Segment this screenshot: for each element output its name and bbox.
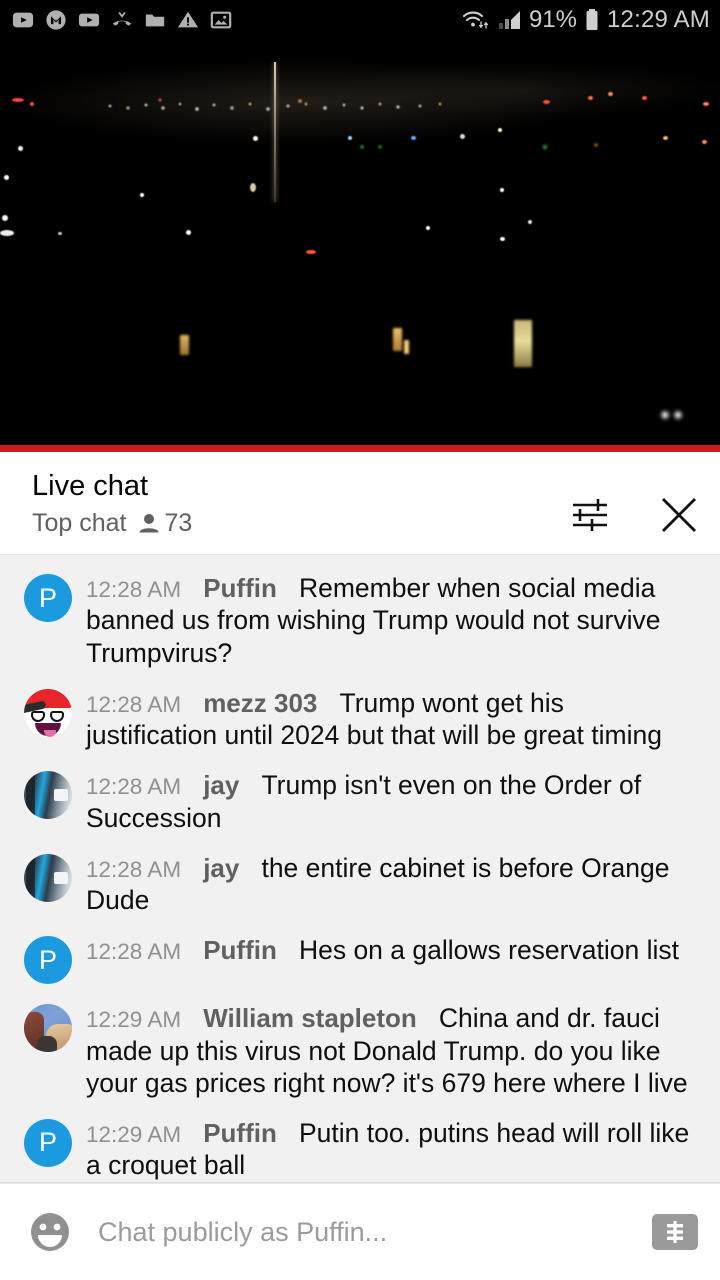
chat-message[interactable]: 12:28 AM jay the entire cabinet is befor…: [0, 843, 720, 926]
message-timestamp: 12:29 AM: [86, 1121, 182, 1147]
message-timestamp: 12:28 AM: [86, 774, 182, 800]
status-bar-system-icons: 91% 12:29 AM: [461, 7, 710, 33]
warning-icon: [177, 11, 199, 28]
page-title: Live chat: [32, 470, 149, 502]
message-author[interactable]: Puffin: [203, 573, 277, 603]
avatar[interactable]: [24, 771, 72, 820]
person-icon: [139, 513, 159, 533]
chat-mode-label[interactable]: Top chat: [32, 509, 127, 538]
chat-message-body: 12:28 AM mezz 303 Trump wont get his jus…: [72, 687, 698, 752]
message-timestamp: 12:28 AM: [86, 577, 182, 602]
video-lit-window: [393, 328, 402, 351]
chat-message-body: 12:28 AM Puffin Remember when social med…: [72, 572, 698, 669]
emoji-button[interactable]: [26, 1208, 74, 1256]
message-author[interactable]: mezz 303: [203, 688, 317, 718]
live-chat-header: Live chat Top chat 73: [0, 452, 720, 555]
chat-message[interactable]: P 12:28 AM Puffin Remember when social m…: [0, 563, 720, 678]
chat-message[interactable]: P 12:28 AM Puffin Hes on a gallows reser…: [0, 925, 720, 993]
cell-signal-icon: [498, 11, 520, 29]
video-lit-window: [514, 320, 532, 367]
viewer-count: 73: [137, 509, 193, 538]
avatar-initial: P: [38, 582, 57, 613]
folder-icon: [145, 14, 165, 27]
avatar-art: [37, 1036, 57, 1053]
video-scattered-lights: [0, 40, 720, 445]
video-lit-window: [180, 335, 189, 355]
chat-input-bar: Chat publicly as Puffin...: [0, 1184, 720, 1280]
message-author[interactable]: jay: [203, 853, 239, 883]
tune-icon: [573, 499, 607, 531]
avatar-initial: P: [38, 944, 57, 975]
avatar-art: [44, 729, 56, 737]
avatar[interactable]: P: [24, 936, 72, 985]
chat-message-body: 12:28 AM jay the entire cabinet is befor…: [72, 852, 698, 917]
message-author[interactable]: William stapleton: [203, 1003, 417, 1033]
live-chat-header-actions: [568, 470, 702, 538]
chat-input-field[interactable]: Chat publicly as Puffin...: [74, 1217, 652, 1248]
status-bar-clock: 12:29 AM: [606, 6, 710, 33]
chat-message[interactable]: 12:28 AM mezz 303 Trump wont get his jus…: [0, 678, 720, 761]
message-author[interactable]: jay: [203, 770, 239, 800]
message-timestamp: 12:28 AM: [86, 939, 182, 965]
gmail-m-icon: [46, 10, 66, 30]
message-timestamp: 12:28 AM: [86, 856, 182, 882]
live-chat-subheader: Top chat 73: [32, 509, 192, 538]
chat-message-list[interactable]: P 12:28 AM Puffin Remember when social m…: [0, 555, 720, 1182]
wifi-icon: [462, 11, 488, 29]
youtube-icon: [78, 13, 100, 27]
avatar[interactable]: [24, 1004, 72, 1053]
chat-message[interactable]: 12:29 AM William stapleton China and dr.…: [0, 993, 720, 1108]
status-bar-notification-icons: [12, 9, 232, 31]
avatar-initial: P: [38, 1127, 57, 1158]
youtube-icon: [12, 12, 34, 28]
close-icon: [662, 498, 696, 532]
superchat-button[interactable]: [652, 1214, 698, 1250]
superchat-dollar-icon: [667, 1221, 683, 1243]
chat-settings-button[interactable]: [568, 493, 612, 537]
chat-message-body: 12:28 AM Puffin Hes on a gallows reserva…: [72, 934, 698, 966]
close-chat-button[interactable]: [656, 492, 702, 538]
avatar[interactable]: [24, 853, 72, 902]
viewer-count-label: 73: [164, 509, 193, 538]
battery-icon: [586, 9, 598, 30]
video-lit-window: [404, 340, 409, 354]
message-timestamp: 12:29 AM: [86, 1007, 182, 1033]
battery-percent-label: 91%: [528, 6, 577, 33]
message-author[interactable]: Puffin: [203, 935, 277, 965]
message-timestamp: 12:28 AM: [86, 691, 182, 717]
avatar[interactable]: P: [24, 1118, 72, 1167]
avatar[interactable]: [24, 688, 72, 737]
chat-message[interactable]: 12:28 AM jay Trump isn't even on the Ord…: [0, 760, 720, 843]
message-text: Hes on a gallows reservation list: [298, 935, 679, 966]
avatar-art: [50, 710, 64, 722]
missed-call-icon: [112, 12, 132, 26]
avatar-art: [31, 710, 45, 722]
chat-message[interactable]: P 12:29 AM Puffin Putin too. putins head…: [0, 1108, 720, 1182]
youtube-live-chat-screen: 91% 12:29 AM Live chat Top chat 73 P 12:…: [0, 0, 720, 1280]
android-status-bar: 91% 12:29 AM: [0, 0, 720, 40]
live-chat-header-titles: Live chat Top chat 73: [32, 470, 192, 538]
avatar[interactable]: P: [24, 574, 72, 622]
video-progress-bar[interactable]: [0, 445, 720, 452]
emoji-smiley-icon: [31, 1213, 69, 1251]
image-icon: [210, 11, 232, 29]
chat-message-body: 12:28 AM jay Trump isn't even on the Ord…: [72, 769, 698, 834]
chat-message-body: 12:29 AM William stapleton China and dr.…: [72, 1002, 698, 1099]
chat-message-body: 12:29 AM Puffin Putin too. putins head w…: [72, 1117, 698, 1182]
live-stream-video[interactable]: [0, 40, 720, 445]
video-car-headlights: [654, 405, 688, 425]
message-author[interactable]: Puffin: [203, 1118, 277, 1148]
